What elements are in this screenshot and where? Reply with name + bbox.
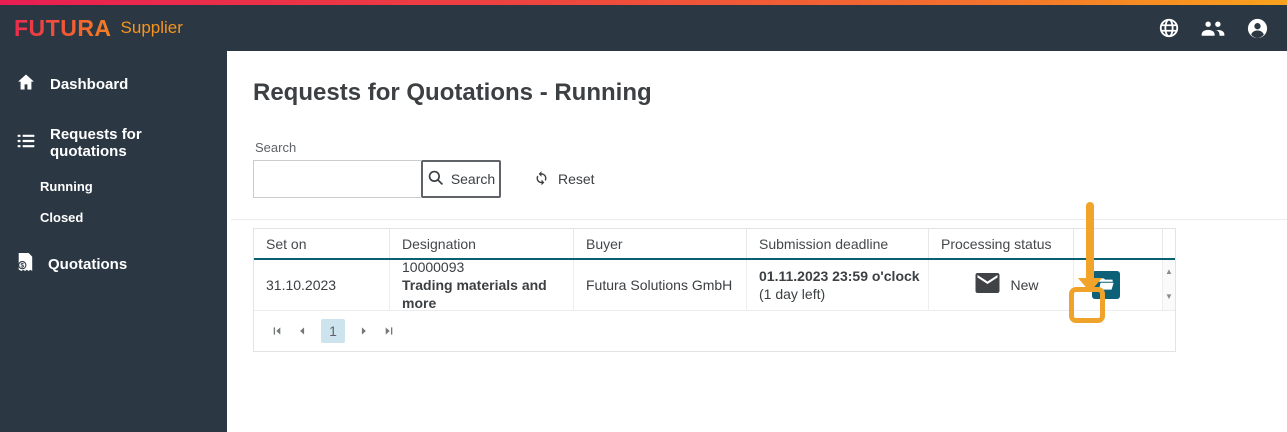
table-scrollbar[interactable]: ▲ ▼ [1162, 260, 1175, 310]
scroll-up-icon[interactable]: ▲ [1165, 268, 1173, 276]
search-bar: Search Reset [253, 160, 1287, 198]
search-button-label: Search [450, 171, 496, 187]
search-label: Search [255, 140, 297, 155]
app-header: FUTURA Supplier [0, 5, 1287, 51]
mail-icon [975, 273, 1000, 297]
annotation-arrow-shaft [1086, 202, 1094, 279]
section-divider [231, 219, 1287, 220]
table-header-submission-deadline: Submission deadline [746, 229, 928, 258]
quotations-table: Set on Designation Buyer Submission dead… [253, 228, 1176, 352]
home-icon [16, 72, 36, 96]
users-icon[interactable] [1200, 17, 1226, 39]
reset-button-label: Reset [558, 171, 595, 187]
table-header-scroll-spacer [1162, 229, 1175, 258]
sidebar-item-quotations[interactable]: $ Quotations [0, 241, 227, 287]
header-icon-group [1158, 17, 1269, 40]
account-icon[interactable] [1246, 17, 1269, 40]
sidebar-item-label: Quotations [48, 255, 128, 273]
annotation-arrow-head [1078, 278, 1102, 292]
pagination: 1 [254, 311, 1175, 351]
sidebar-item-requests-for-quotations[interactable]: Requests for quotations [0, 115, 227, 171]
globe-icon[interactable] [1158, 17, 1180, 39]
reset-icon [533, 169, 550, 189]
buyer-value: Futura Solutions GmbH [586, 277, 733, 293]
cell-designation: 10000093 Trading materials and more [389, 259, 573, 311]
svg-text:$: $ [21, 262, 25, 269]
brand-product: Supplier [120, 18, 183, 37]
prev-page-button[interactable] [296, 325, 308, 337]
cell-buyer: Futura Solutions GmbH [573, 260, 746, 310]
annotation-highlight-box [1069, 287, 1105, 323]
table-header-processing-status: Processing status [928, 229, 1073, 258]
cell-submission-deadline: 01.11.2023 23:59 o'clock (1 day left) [746, 260, 928, 310]
first-page-button[interactable] [271, 325, 283, 337]
table-header-set-on: Set on [266, 235, 307, 252]
search-input[interactable] [253, 160, 421, 198]
list-icon [16, 131, 36, 155]
deadline-value: 01.11.2023 23:59 o'clock [759, 268, 920, 284]
reset-button[interactable]: Reset [533, 160, 595, 198]
page-number[interactable]: 1 [321, 319, 345, 343]
table-header-buyer: Buyer [573, 229, 746, 258]
sidebar-item-dashboard[interactable]: Dashboard [0, 61, 227, 107]
cell-processing-status: New [928, 260, 1073, 310]
brand-logo: FUTURA [14, 14, 112, 41]
set-on-value: 31.10.2023 [266, 277, 337, 293]
deadline-note: (1 day left) [759, 286, 826, 302]
cell-set-on: 31.10.2023 [254, 260, 389, 310]
app-window: FUTURA Supplier Dashboard Requests for q… [0, 0, 1287, 432]
table-header-designation: Designation [389, 229, 573, 258]
last-page-button[interactable] [383, 325, 395, 337]
scroll-down-icon[interactable]: ▼ [1165, 293, 1173, 301]
search-button[interactable]: Search [421, 160, 501, 198]
search-icon [427, 169, 444, 189]
main-content: Requests for Quotations - Running Search… [227, 51, 1287, 432]
table-row: 31.10.2023 10000093 Trading materials an… [254, 259, 1175, 311]
designation-name: Trading materials and more [402, 277, 547, 311]
designation-number: 10000093 [402, 259, 465, 275]
sidebar: Dashboard Requests for quotations Runnin… [0, 51, 227, 432]
status-value: New [1010, 277, 1039, 293]
sidebar-item-closed[interactable]: Closed [0, 202, 227, 233]
next-page-button[interactable] [358, 325, 370, 337]
table-header-row: Set on Designation Buyer Submission dead… [254, 229, 1175, 260]
sidebar-item-label: Requests for quotations [50, 126, 142, 160]
sidebar-item-running[interactable]: Running [0, 171, 227, 202]
page-title: Requests for Quotations - Running [253, 79, 652, 106]
sidebar-item-label: Dashboard [50, 75, 129, 93]
quotations-icon: $ [16, 252, 34, 276]
